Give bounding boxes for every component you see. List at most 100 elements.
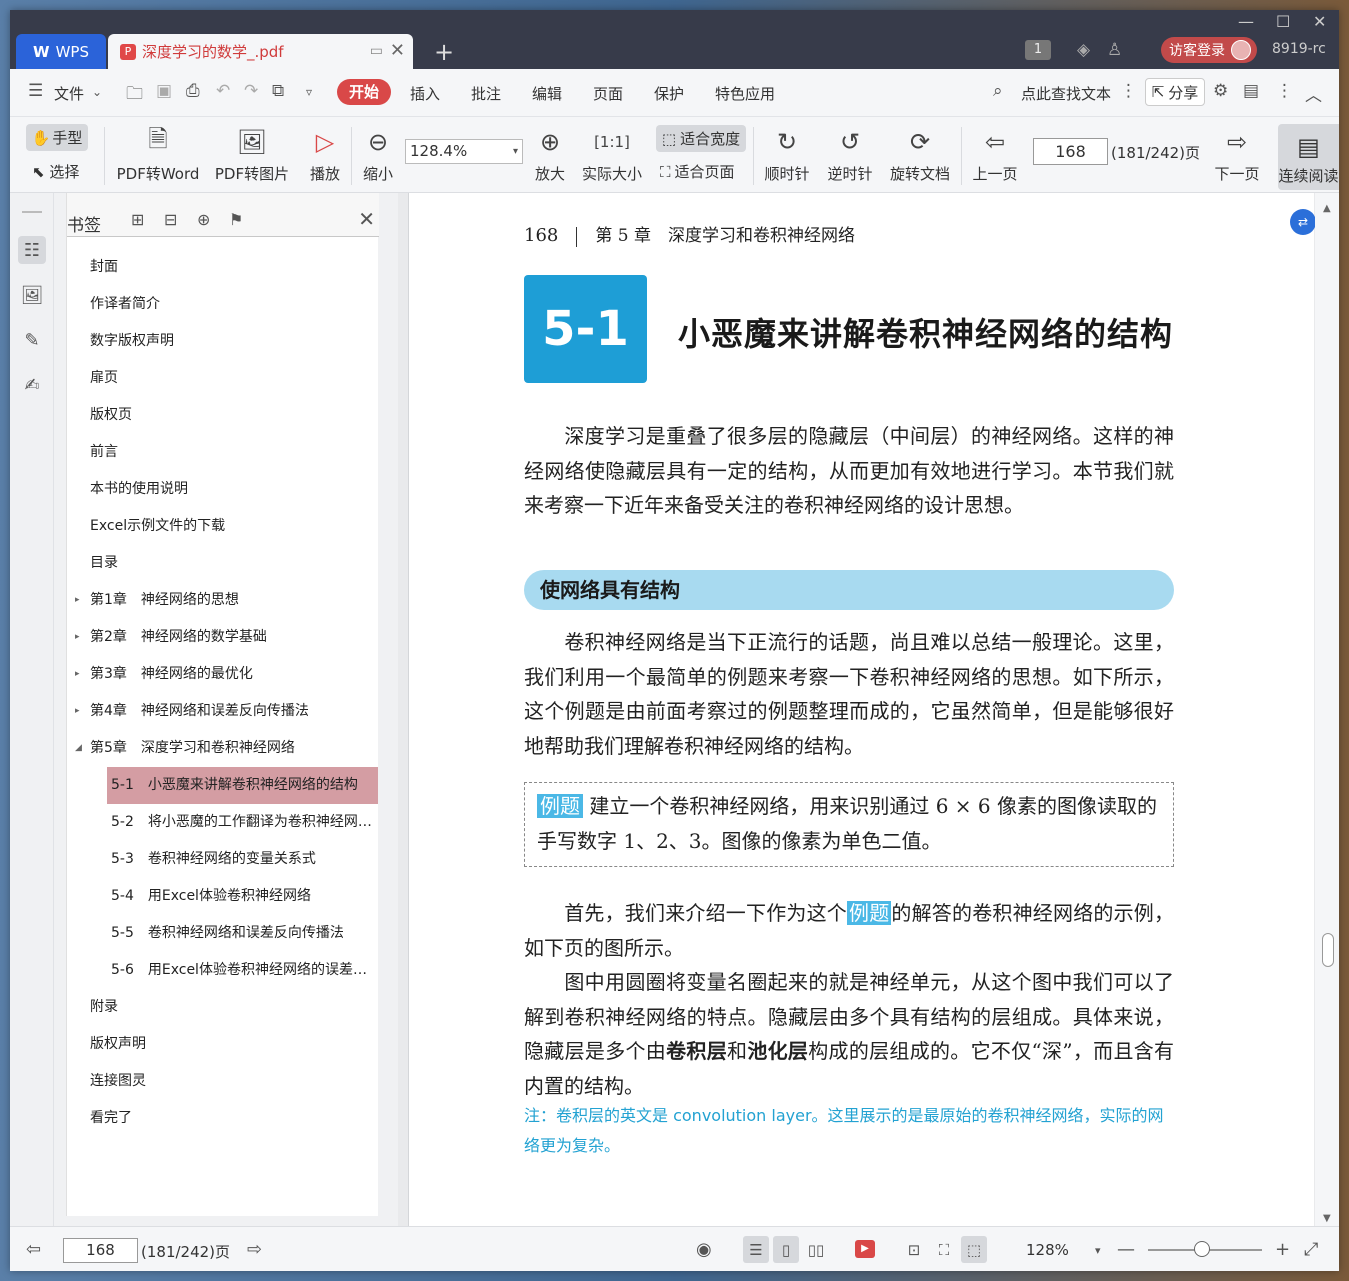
comment-icon[interactable]: ▤: [1243, 81, 1259, 101]
close-tab-icon[interactable]: ✕: [390, 40, 405, 61]
more-icon[interactable]: ⋮: [1276, 81, 1293, 101]
fullscreen-icon[interactable]: ⤢: [1304, 1239, 1318, 1260]
bookmark-item[interactable]: 5-3 卷积神经网络的变量关系式: [107, 841, 378, 878]
open-folder-icon[interactable]: 🗀: [126, 81, 143, 110]
zoom-dropdown-icon[interactable]: ▾: [513, 140, 518, 163]
bookmark-item[interactable]: ▸ 第3章 神经网络的最优化: [67, 656, 379, 693]
zoom-out-status-icon[interactable]: —: [1117, 1239, 1135, 1260]
close-panel-icon[interactable]: ✕: [358, 207, 375, 231]
single-page-icon[interactable]: ▯: [773, 1236, 799, 1263]
collapse-ribbon-icon[interactable]: ︿: [1305, 81, 1322, 106]
bookmark-item[interactable]: 本书的使用说明: [67, 471, 379, 508]
expand-all-icon[interactable]: ⊞: [131, 210, 144, 229]
pdf-to-word-button[interactable]: 🗎 PDF转Word: [114, 125, 202, 184]
rotate-clockwise-button[interactable]: ↻ 顺时针: [762, 125, 812, 184]
play-slideshow-icon[interactable]: ▶: [855, 1240, 875, 1258]
add-bookmark-icon[interactable]: ⊕: [197, 210, 210, 229]
actual-size-status-icon[interactable]: ⊡: [901, 1236, 927, 1263]
skin-icon[interactable]: ◈: [1077, 40, 1090, 60]
fit-page-status-icon[interactable]: ⛶: [931, 1236, 957, 1263]
hand-tool-button[interactable]: ✋ 手型: [26, 124, 88, 151]
print-icon[interactable]: ⎙: [186, 81, 200, 101]
tab-insert[interactable]: 插入: [410, 83, 440, 104]
prev-page-icon[interactable]: ⇦: [26, 1239, 41, 1260]
window-count-badge[interactable]: 1: [1025, 40, 1051, 60]
document-tab[interactable]: P 深度学习的数学_.pdf ▭ ✕: [108, 34, 413, 69]
tab-protect[interactable]: 保护: [654, 83, 684, 104]
bookmark-item[interactable]: 连接图灵: [67, 1063, 379, 1100]
bookmark-item[interactable]: 看完了: [67, 1100, 379, 1137]
status-zoom-value[interactable]: 128%: [1026, 1241, 1069, 1259]
more-dropdown-icon[interactable]: ▿: [306, 85, 312, 99]
fit-width-status-icon[interactable]: ⬚: [961, 1236, 987, 1263]
bookmark-item[interactable]: 版权页: [67, 397, 379, 434]
translate-icon[interactable]: ⇄: [1290, 209, 1316, 235]
find-text-button[interactable]: 点此查找文本: [1021, 83, 1111, 104]
chevron-right-icon[interactable]: ▸: [75, 619, 80, 656]
rotate-document-button[interactable]: ⟳ 旋转文档: [888, 125, 952, 184]
chevron-right-icon[interactable]: ▸: [75, 656, 80, 693]
zoom-dropdown-icon[interactable]: ▾: [1095, 1244, 1101, 1257]
zoom-slider-knob[interactable]: [1194, 1241, 1210, 1257]
bookmark-item[interactable]: 前言: [67, 434, 379, 471]
zoom-in-button[interactable]: ⊕ 放大: [532, 125, 568, 184]
tab-annotate[interactable]: 批注: [471, 83, 501, 104]
bookmark-icon[interactable]: ⚑: [229, 210, 243, 229]
chevron-down-icon[interactable]: ⌄: [92, 85, 102, 99]
bookmark-item[interactable]: 版权声明: [67, 1026, 379, 1063]
chevron-right-icon[interactable]: ▸: [75, 693, 80, 730]
bookmark-item[interactable]: 5-1 小恶魔来讲解卷积神经网络的结构: [107, 767, 378, 804]
new-tab-button[interactable]: +: [434, 38, 454, 66]
annotation-panel-icon[interactable]: ✎: [18, 326, 46, 354]
tab-start[interactable]: 开始: [337, 79, 391, 105]
play-button[interactable]: ▷ 播放: [307, 125, 343, 184]
bookmark-item[interactable]: 5-5 卷积神经网络和误差反向传播法: [107, 915, 378, 952]
fit-page-button[interactable]: ⛶ 适合页面: [660, 161, 735, 182]
chevron-right-icon[interactable]: ▸: [75, 582, 80, 619]
bookmark-item[interactable]: ◢ 第5章 深度学习和卷积神经网络: [67, 730, 379, 767]
next-page-icon[interactable]: ⇨: [247, 1239, 262, 1260]
bookmark-item[interactable]: 5-4 用Excel体验卷积神经网络: [107, 878, 378, 915]
bookmark-item[interactable]: 作译者简介: [67, 286, 379, 323]
maximize-icon[interactable]: ☐: [1276, 12, 1290, 31]
scrollbar-thumb[interactable]: [1322, 933, 1334, 967]
bookmark-item[interactable]: Excel示例文件的下载: [67, 508, 379, 545]
signature-panel-icon[interactable]: ✍: [18, 371, 46, 399]
bookmark-item[interactable]: 目录: [67, 545, 379, 582]
prev-page-button[interactable]: ⇦ 上一页: [970, 125, 1020, 184]
wps-home-tab[interactable]: W WPS: [16, 34, 106, 69]
select-tool-button[interactable]: ⬉ 选择: [32, 161, 79, 182]
tab-edit[interactable]: 编辑: [532, 83, 562, 104]
guest-login-button[interactable]: 访客登录: [1161, 37, 1257, 63]
bookmark-item[interactable]: ▸ 第2章 神经网络的数学基础: [67, 619, 379, 656]
minimize-icon[interactable]: —: [1238, 12, 1254, 31]
bookmark-item[interactable]: ▸ 第4章 神经网络和误差反向传播法: [67, 693, 379, 730]
share-button[interactable]: ⇱ 分享: [1145, 78, 1205, 106]
tab-page[interactable]: 页面: [593, 83, 623, 104]
bookmark-item[interactable]: ▸ 第1章 神经网络的思想: [67, 582, 379, 619]
kebab-icon[interactable]: ⋮: [1120, 81, 1137, 101]
zoom-out-button[interactable]: ⊖ 缩小: [360, 125, 396, 184]
scroll-down-icon[interactable]: ▼: [1323, 1213, 1331, 1224]
continuous-reading-button[interactable]: ▤ 连续阅读: [1278, 124, 1339, 190]
bookmark-item[interactable]: 封面: [67, 249, 379, 286]
chevron-down-icon[interactable]: ◢: [75, 730, 82, 767]
hamburger-icon[interactable]: ☰: [28, 81, 43, 101]
redo-icon[interactable]: ↷: [244, 81, 258, 101]
save-icon[interactable]: ▣: [156, 81, 172, 101]
bookmark-panel-icon[interactable]: ☷: [18, 236, 46, 264]
continuous-view-icon[interactable]: ☰: [743, 1236, 769, 1263]
file-menu[interactable]: 文件: [54, 83, 84, 104]
thumbnail-panel-icon[interactable]: 🖼: [18, 281, 46, 309]
bookmark-item[interactable]: 5-2 将小恶魔的工作翻译为卷积神经网络的语言: [107, 804, 378, 841]
zoom-select[interactable]: 128.4% ▾: [405, 139, 523, 164]
gear-icon[interactable]: ⚙: [1213, 81, 1228, 101]
actual-size-button[interactable]: [1:1] 实际大小: [581, 125, 643, 184]
next-page-button[interactable]: ⇨ 下一页: [1212, 125, 1262, 184]
export-icon[interactable]: ⧉: [272, 81, 284, 101]
bookmark-item[interactable]: 5-6 用Excel体验卷积神经网络的误差反向传播法: [107, 952, 378, 989]
tab-special[interactable]: 特色应用: [715, 83, 775, 104]
page-number-input[interactable]: 168: [1033, 138, 1108, 165]
shirt-icon[interactable]: ♙: [1107, 40, 1122, 60]
vertical-scrollbar[interactable]: ▲ ▼: [1315, 193, 1339, 1226]
